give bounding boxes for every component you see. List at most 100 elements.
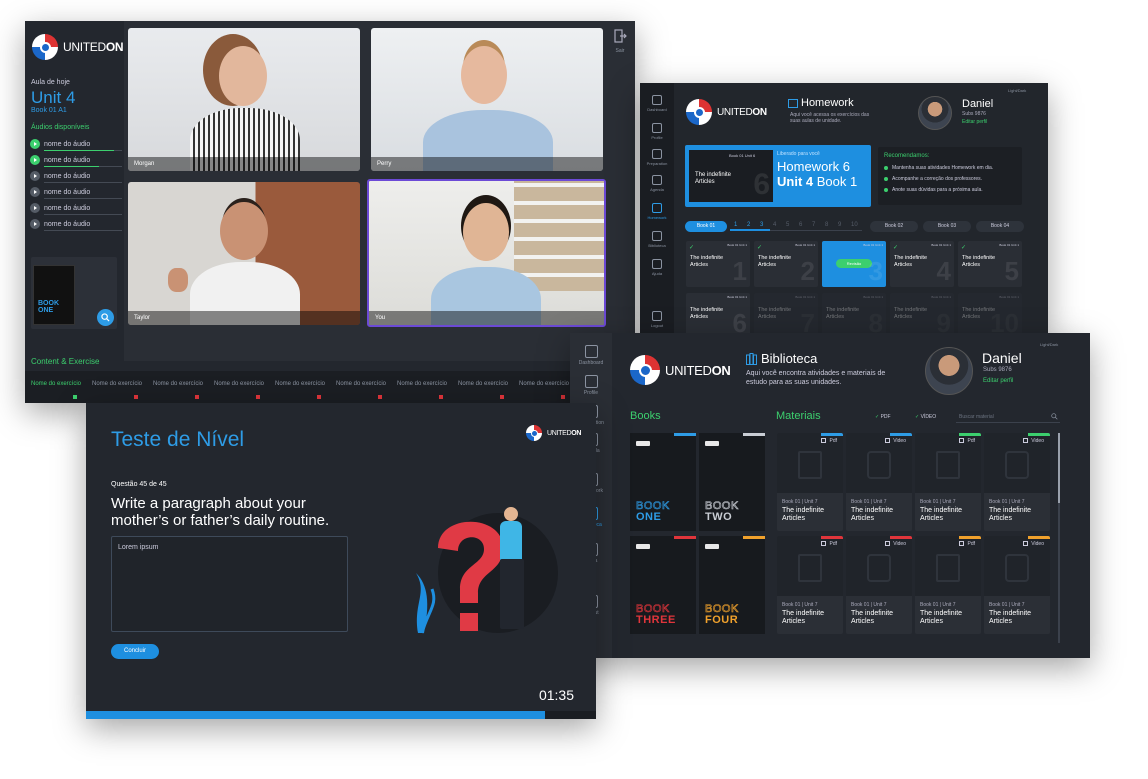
answer-textarea[interactable]: Lorem ipsum (111, 536, 348, 632)
exercise-item[interactable]: Nome do exercício (88, 376, 146, 403)
nav-biblioteca[interactable]: Biblioteca (640, 231, 674, 248)
unitedon-logo: UNITEDON (526, 425, 581, 441)
homework-card[interactable]: Book 01 Unit 1 Revisão 3 (822, 241, 886, 287)
material-card[interactable]: Video Book 01 | Unit 7 The indefinite Arti… (846, 433, 912, 531)
audio-item[interactable]: nome do áudio (30, 155, 122, 167)
homework-hero-card[interactable]: Book 01 Unit 6 The indefinite Articles 6… (685, 145, 871, 207)
page-number[interactable]: 8 (825, 222, 828, 228)
filter-video[interactable]: ✓ VÍDEO (915, 414, 936, 420)
preparation-icon (652, 149, 662, 159)
avatar[interactable] (925, 347, 973, 395)
book-card[interactable]: BOOK FOUR (699, 536, 765, 634)
material-unit: Book 01 | Unit 7 (782, 602, 818, 608)
search-input[interactable]: Buscar material (956, 411, 1060, 423)
book-preview[interactable]: BOOK ONE (31, 257, 117, 329)
play-icon[interactable] (30, 155, 40, 165)
page-number[interactable]: 5 (786, 222, 789, 228)
exercise-item[interactable]: Nome do exercício (393, 376, 451, 403)
nav-preparation[interactable]: Preparation (640, 149, 674, 166)
homework-card[interactable]: Book 01 Unit 1 The indefinite Articles 7 (754, 293, 818, 333)
book-color-tag (743, 433, 765, 436)
audio-item[interactable]: nome do áudio (30, 187, 122, 199)
video-tile-morgan[interactable]: Morgan (128, 28, 360, 171)
nav-profile[interactable]: Profile (640, 123, 674, 140)
material-kind-label: Pdf (829, 438, 837, 444)
nav-dashboard[interactable]: Dashboard (640, 95, 674, 112)
submit-button[interactable]: Concluir (111, 644, 159, 659)
book-tab[interactable]: Book 04 (976, 221, 1024, 232)
filter-pdf[interactable]: ✓ PDF (875, 414, 891, 420)
play-icon[interactable] (30, 203, 40, 213)
nav-logout[interactable]: Logout (640, 311, 674, 328)
exercise-item[interactable]: Nome do exercício (210, 376, 268, 403)
book-card[interactable]: BOOK THREE (630, 536, 696, 634)
avatar[interactable] (918, 96, 952, 130)
homework-card[interactable]: ✓ Book 01 Unit 1 The indefinite Articles 5 (958, 241, 1022, 287)
play-icon[interactable] (30, 139, 40, 149)
page-number[interactable]: 2 (747, 222, 750, 228)
material-card[interactable]: Pdf Book 01 | Unit 7 The indefinite Articl… (915, 433, 981, 531)
audio-item[interactable]: nome do áudio (30, 139, 122, 151)
page-number[interactable]: 10 (851, 222, 858, 228)
homework-card[interactable]: ✓ Book 01 Unit 1 The indefinite Articles 4 (890, 241, 954, 287)
check-icon: ✓ (875, 414, 880, 420)
exercise-item[interactable]: Nome do exercício (149, 376, 207, 403)
nav-homework[interactable]: Homework (640, 203, 674, 220)
nav-profile[interactable]: Profile (570, 375, 612, 396)
zoom-icon[interactable] (97, 309, 114, 326)
audio-item[interactable]: nome do áudio (30, 203, 122, 215)
material-unit: Book 01 | Unit 7 (920, 499, 956, 505)
material-card[interactable]: Video Book 01 | Unit 7 The indefinite Arti… (846, 536, 912, 634)
book-card[interactable]: BOOK ONE (630, 433, 696, 531)
theme-toggle[interactable]: Light/Dark (1008, 88, 1026, 93)
exercise-item[interactable]: Nome do exercício (515, 376, 573, 403)
nav-agenda[interactable]: Agenda (640, 175, 674, 192)
video-tile-perry[interactable]: Perry (371, 28, 603, 171)
material-card[interactable]: Video Book 01 | Unit 7 The indefinite Arti… (984, 536, 1050, 634)
theme-toggle[interactable]: Light/Dark (1040, 342, 1058, 347)
homework-card[interactable]: ✓ Book 01 Unit 1 The indefinite Articles 1 (686, 241, 750, 287)
homework-card[interactable]: Book 01 Unit 1 The indefinite Articles 8 (822, 293, 886, 333)
book-tab[interactable]: Book 03 (923, 221, 971, 232)
page-number[interactable]: 1 (734, 222, 737, 228)
homework-card[interactable]: Book 01 Unit 1 The indefinite Articles 10 (958, 293, 1022, 333)
nav-dashboard[interactable]: Dashboard (570, 345, 612, 366)
video-tile-taylor[interactable]: Taylor (128, 182, 360, 325)
page-number[interactable]: 3 (760, 222, 763, 228)
material-title: The indefinite Articles (989, 507, 1032, 522)
exit-button[interactable]: Sair (613, 29, 627, 54)
edit-profile-link[interactable]: Editar perfil (962, 119, 987, 125)
exercise-item[interactable]: Nome do exercício (27, 376, 85, 403)
homework-card[interactable]: Book 01 Unit 1 The indefinite Articles 9 (890, 293, 954, 333)
scrollbar[interactable] (1058, 433, 1060, 643)
card-label: Book 01 Unit 1 (863, 243, 883, 247)
play-icon[interactable] (30, 219, 40, 229)
book-card[interactable]: BOOK TWO (699, 433, 765, 531)
exercise-item[interactable]: Nome do exercício (271, 376, 329, 403)
page-number[interactable]: 9 (838, 222, 841, 228)
material-card[interactable]: Video Book 01 | Unit 7 The indefinite Arti… (984, 433, 1050, 531)
review-button[interactable]: Revisão (836, 259, 872, 268)
material-card[interactable]: Pdf Book 01 | Unit 7 The indefinite Articl… (777, 433, 843, 531)
edit-profile-link[interactable]: Editar perfil (983, 378, 1013, 384)
book-tab[interactable]: Book 02 (870, 221, 918, 232)
exercise-item[interactable]: Nome do exercício (454, 376, 512, 403)
page-number[interactable]: 6 (799, 222, 802, 228)
dashboard-icon (652, 95, 662, 105)
play-icon[interactable] (30, 171, 40, 181)
material-card[interactable]: Pdf Book 01 | Unit 7 The indefinite Articl… (777, 536, 843, 634)
audio-item[interactable]: nome do áudio (30, 171, 122, 183)
audio-item[interactable]: nome do áudio (30, 219, 122, 231)
book-tab-active[interactable]: Book 01 (685, 221, 727, 232)
material-color-tag (821, 536, 843, 539)
page-number[interactable]: 7 (812, 222, 815, 228)
video-tile-you[interactable]: You (367, 179, 606, 327)
homework-card[interactable]: Book 01 Unit 1 The indefinite Articles 6 (686, 293, 750, 333)
page-number[interactable]: 4 (773, 222, 776, 228)
hero-card-title: The indefinite Articles (695, 172, 732, 185)
exercise-item[interactable]: Nome do exercício (332, 376, 390, 403)
play-icon[interactable] (30, 187, 40, 197)
homework-card[interactable]: ✓ Book 01 Unit 1 The indefinite Articles 2 (754, 241, 818, 287)
material-card[interactable]: Pdf Book 01 | Unit 7 The indefinite Articl… (915, 536, 981, 634)
nav-ajuda[interactable]: Ajuda (640, 259, 674, 276)
